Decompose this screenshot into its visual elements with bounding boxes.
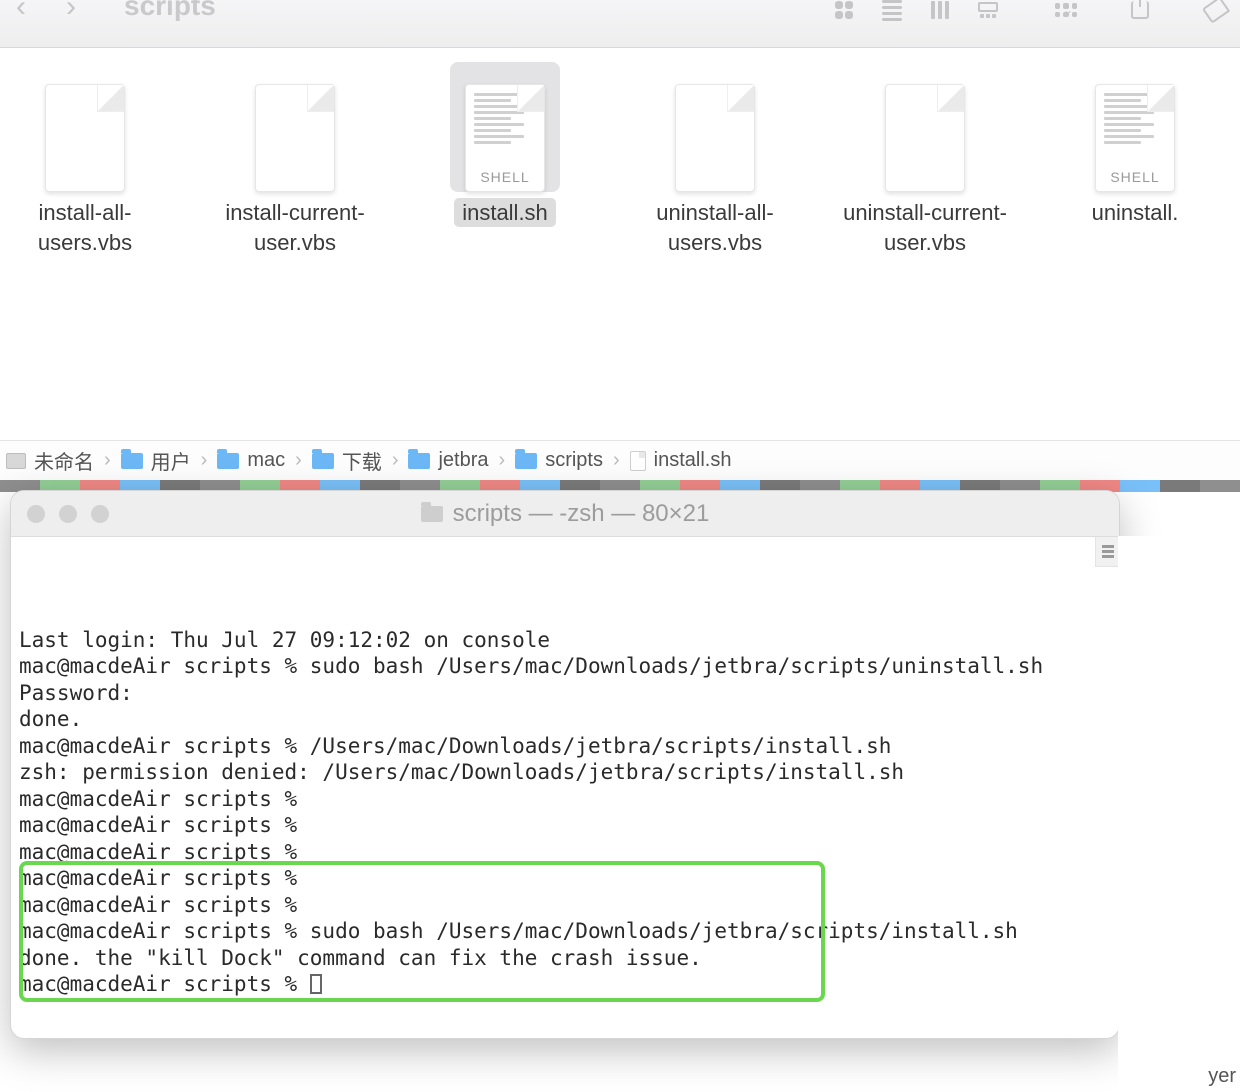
breadcrumb-separator: › xyxy=(295,449,302,472)
background-text-fragment: yer xyxy=(1208,1065,1236,1088)
gallery-icon xyxy=(978,2,998,18)
file-icon xyxy=(240,62,350,192)
terminal-window: scripts — -zsh — 80×21 Last login: Thu J… xyxy=(10,490,1120,1039)
group-by-button[interactable]: ⌄ xyxy=(1040,0,1088,26)
terminal-line: Last login: Thu Jul 27 09:12:02 on conso… xyxy=(19,627,1115,654)
folder-icon xyxy=(121,453,143,469)
terminal-line: mac@macdeAir scripts % xyxy=(19,786,1115,813)
column-view-button[interactable] xyxy=(916,0,964,26)
breadcrumb-label: install.sh xyxy=(654,449,732,472)
terminal-line: mac@macdeAir scripts % xyxy=(19,839,1115,866)
file-icon xyxy=(660,62,770,192)
menu-icon xyxy=(1102,550,1114,553)
file-item[interactable]: SHELL install.sh xyxy=(420,62,590,440)
terminal-line: zsh: permission denied: /Users/mac/Downl… xyxy=(19,759,1115,786)
file-icon xyxy=(30,62,140,192)
shell-file-icon: SHELL xyxy=(450,62,560,192)
terminal-line: mac@macdeAir scripts % sudo bash /Users/… xyxy=(19,918,1115,945)
file-name-label: uninstall. xyxy=(1092,198,1179,228)
background-window-edge: yer xyxy=(1118,536,1240,1092)
terminal-line: mac@macdeAir scripts % sudo bash /Users/… xyxy=(19,653,1115,680)
terminal-line: mac@macdeAir scripts % /Users/mac/Downlo… xyxy=(19,733,1115,760)
breadcrumb-segment[interactable]: 未命名 xyxy=(6,446,94,475)
terminal-line: done. the "kill Dock" command can fix th… xyxy=(19,945,1115,972)
breadcrumb-label: 用户 xyxy=(151,446,191,475)
list-icon xyxy=(882,0,902,21)
terminal-line: mac@macdeAir scripts % xyxy=(19,812,1115,839)
chevron-down-icon: ⌄ xyxy=(1063,3,1073,17)
disk-icon xyxy=(6,453,26,469)
breadcrumb-separator: › xyxy=(201,449,208,472)
terminal-line: mac@macdeAir scripts % xyxy=(19,892,1115,919)
file-name-label: install.sh xyxy=(454,198,556,228)
breadcrumb-separator: › xyxy=(104,449,111,472)
tag-icon xyxy=(1202,0,1230,24)
breadcrumb-separator: › xyxy=(392,449,399,472)
folder-icon xyxy=(312,453,334,469)
file-grid[interactable]: install-all-users.vbs install-current-use… xyxy=(0,48,1240,440)
forward-icon[interactable]: › xyxy=(66,0,76,24)
cursor xyxy=(310,974,322,994)
path-bar: 未命名 › 用户 › mac › 下载 › jetbra › scripts › install.sh xyxy=(0,440,1240,480)
tags-button[interactable] xyxy=(1192,0,1240,26)
finder-toolbar: ‹ › scripts ⌄ xyxy=(0,0,1240,48)
shell-file-icon: SHELL xyxy=(1080,62,1190,192)
file-icon xyxy=(870,62,980,192)
file-name-label: install-all-users.vbs xyxy=(0,198,170,257)
terminal-sidebar-toggle[interactable] xyxy=(1095,537,1119,567)
doc-icon xyxy=(630,451,646,471)
terminal-line: mac@macdeAir scripts % xyxy=(19,971,1115,998)
columns-icon xyxy=(931,1,949,19)
folder-icon xyxy=(515,453,537,469)
breadcrumb-segment[interactable]: 用户 xyxy=(121,446,191,475)
breadcrumb-separator: › xyxy=(499,449,506,472)
share-button[interactable] xyxy=(1116,0,1164,26)
terminal-body[interactable]: Last login: Thu Jul 27 09:12:02 on conso… xyxy=(11,537,1119,1038)
file-item[interactable]: install-all-users.vbs xyxy=(0,62,170,440)
terminal-line: done. xyxy=(19,706,1115,733)
file-item[interactable]: install-current-user.vbs xyxy=(210,62,380,440)
breadcrumb-segment[interactable]: scripts xyxy=(515,449,603,472)
file-item[interactable]: SHELL uninstall. xyxy=(1050,62,1220,440)
folder-icon xyxy=(421,506,443,522)
terminal-line: Password: xyxy=(19,680,1115,707)
grid-icon xyxy=(835,1,853,19)
view-mode-group xyxy=(820,0,1012,26)
folder-icon xyxy=(217,453,239,469)
shell-badge: SHELL xyxy=(466,169,544,185)
file-item[interactable]: uninstall-current-user.vbs xyxy=(840,62,1010,440)
breadcrumb-label: mac xyxy=(247,449,285,472)
breadcrumb-label: 下载 xyxy=(342,446,382,475)
breadcrumb-label: 未命名 xyxy=(34,446,94,475)
icon-view-button[interactable] xyxy=(820,0,868,26)
breadcrumb-segment[interactable]: mac xyxy=(217,449,285,472)
terminal-line: mac@macdeAir scripts % xyxy=(19,865,1115,892)
breadcrumb-label: scripts xyxy=(545,449,603,472)
back-icon[interactable]: ‹ xyxy=(16,0,26,24)
gallery-view-button[interactable] xyxy=(964,0,1012,26)
breadcrumb-separator: › xyxy=(613,449,620,472)
terminal-titlebar[interactable]: scripts — -zsh — 80×21 xyxy=(11,491,1119,537)
shell-badge: SHELL xyxy=(1096,169,1174,185)
breadcrumb-segment[interactable]: install.sh xyxy=(630,449,732,472)
breadcrumb-segment[interactable]: jetbra xyxy=(408,449,488,472)
share-icon xyxy=(1131,1,1149,19)
file-name-label: install-current-user.vbs xyxy=(210,198,380,257)
file-item[interactable]: uninstall-all-users.vbs xyxy=(630,62,800,440)
window-title: scripts xyxy=(124,0,216,22)
file-name-label: uninstall-current-user.vbs xyxy=(840,198,1010,257)
folder-icon xyxy=(408,453,430,469)
breadcrumb-segment[interactable]: 下载 xyxy=(312,446,382,475)
list-view-button[interactable] xyxy=(868,0,916,26)
file-name-label: uninstall-all-users.vbs xyxy=(630,198,800,257)
terminal-title: scripts — -zsh — 80×21 xyxy=(453,500,710,528)
breadcrumb-label: jetbra xyxy=(438,449,488,472)
